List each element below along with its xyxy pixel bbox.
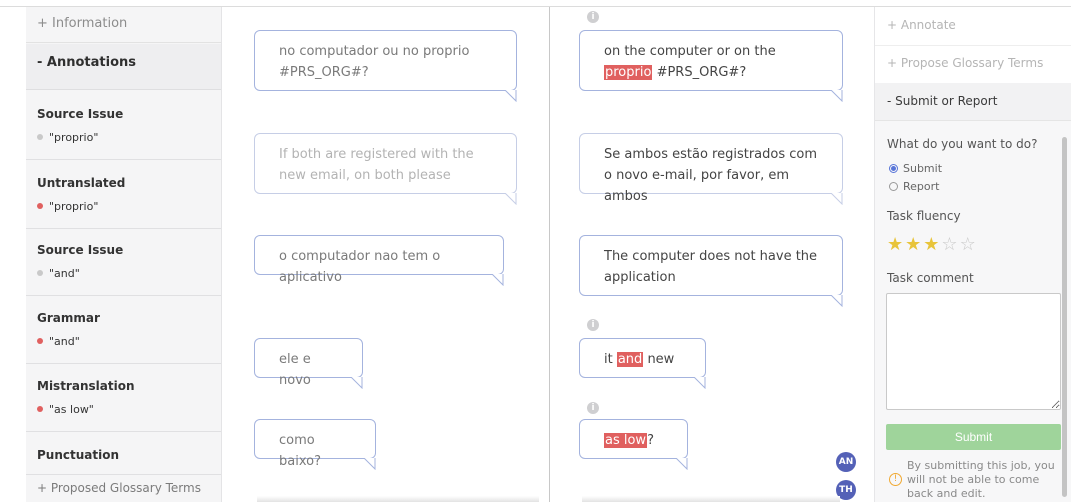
source-segment[interactable]: ele e novo (254, 338, 363, 389)
bubble-tail (694, 377, 706, 389)
propose-glossary-toggle[interactable]: + Propose Glossary Terms (875, 45, 1071, 84)
source-segment[interactable]: o computador nao tem o aplicativo (254, 235, 504, 286)
bubble-tail (364, 458, 376, 470)
scroll-shadow (257, 496, 539, 502)
scroll-shadow (582, 496, 840, 502)
annotation-highlight[interactable]: proprio (604, 65, 653, 80)
severity-dot (37, 134, 43, 140)
radio-selected-icon (889, 164, 898, 173)
source-segment[interactable]: no computador ou no proprio #PRS_ORG#? (254, 30, 517, 102)
star-filled-icon[interactable]: ★ (887, 234, 905, 255)
annotations-toggle[interactable]: - Annotations (26, 44, 221, 90)
avatar[interactable]: AN (836, 452, 856, 472)
annotation-item[interactable]: Mistranslation "as low" (26, 363, 221, 432)
top-border (0, 0, 1071, 7)
submit-radio[interactable]: Submit (889, 162, 942, 175)
warning-icon: ! (889, 473, 902, 486)
annotation-category: Source Issue (37, 243, 124, 257)
radio-label: Report (903, 180, 940, 193)
source-text: If both are registered with the new emai… (279, 147, 474, 183)
source-text: ele e novo (279, 352, 311, 388)
annotation-value: "as low" (37, 403, 94, 416)
task-comment-field[interactable] (886, 293, 1061, 410)
annotations-sidebar: + Information - Annotations Source Issue… (26, 7, 222, 502)
severity-dot (37, 270, 43, 276)
radio-unselected-icon (889, 182, 898, 191)
comment-label: Task comment (887, 271, 974, 285)
report-radio[interactable]: Report (889, 180, 939, 193)
bubble-tail (831, 90, 843, 102)
submit-warning: By submitting this job, you will not be … (907, 459, 1055, 500)
bubble-tail (505, 90, 517, 102)
annotation-value: "and" (37, 335, 80, 348)
source-text: o computador nao tem o aplicativo (279, 249, 441, 285)
star-empty-icon[interactable]: ☆ (941, 234, 959, 255)
bubble-tail (831, 193, 843, 205)
bubble-tail (831, 295, 843, 307)
annotation-category: Source Issue (37, 107, 124, 121)
target-segment[interactable]: as low? (579, 419, 688, 470)
annotation-category: Mistranslation (37, 379, 135, 393)
target-segment[interactable]: Se ambos estão registrados com o novo e-… (579, 133, 843, 205)
bubble-tail (492, 274, 504, 286)
severity-dot (37, 338, 43, 344)
column-divider (549, 7, 550, 502)
source-segment[interactable]: If both are registered with the new emai… (254, 133, 517, 205)
annotation-value: "proprio" (37, 200, 98, 213)
severity-dot (37, 406, 43, 412)
annotation-item[interactable]: Untranslated "proprio" (26, 160, 221, 229)
source-segment[interactable]: como baixo? (254, 419, 376, 470)
annotation-category: Untranslated (37, 176, 126, 190)
task-sidebar: + Annotate + Propose Glossary Terms - Su… (874, 7, 1071, 502)
target-text[interactable]: it (604, 352, 617, 367)
bubble-tail (676, 458, 688, 470)
target-text[interactable]: new (643, 352, 674, 367)
target-text[interactable]: The computer does not have the applicati… (604, 249, 817, 285)
severity-dot (37, 203, 43, 209)
scrollbar[interactable] (1062, 137, 1067, 497)
proposed-glossary-toggle[interactable]: + Proposed Glossary Terms (26, 474, 221, 502)
target-text[interactable]: Se ambos estão registrados com o novo e-… (604, 147, 817, 204)
fluency-label: Task fluency (887, 209, 961, 223)
info-icon[interactable]: i (587, 11, 599, 23)
target-text[interactable]: #PRS_ORG#? (652, 65, 747, 80)
information-toggle[interactable]: + Information (26, 7, 221, 43)
target-segment[interactable]: it and new (579, 338, 706, 389)
annotation-text: "proprio" (49, 200, 99, 213)
submit-button[interactable]: Submit (886, 424, 1061, 450)
annotation-category: Grammar (37, 311, 100, 325)
annotation-text: "as low" (49, 403, 94, 416)
info-icon[interactable]: i (587, 319, 599, 331)
annotate-toggle[interactable]: + Annotate (875, 7, 1071, 46)
annotation-highlight[interactable]: and (616, 352, 644, 367)
target-text[interactable]: on the computer or on the (604, 44, 776, 59)
star-filled-icon[interactable]: ★ (905, 234, 923, 255)
annotation-text: "and" (49, 267, 80, 280)
radio-label: Submit (903, 162, 943, 175)
annotation-category: Punctuation (37, 448, 120, 462)
star-empty-icon[interactable]: ☆ (960, 234, 978, 255)
annotation-item[interactable]: Source Issue "proprio" (26, 91, 221, 160)
target-segment[interactable]: The computer does not have the applicati… (579, 235, 843, 307)
star-filled-icon[interactable]: ★ (923, 234, 941, 255)
submit-or-report-toggle[interactable]: - Submit or Report (875, 83, 1071, 121)
annotation-highlight[interactable]: as low (604, 433, 648, 448)
submit-or-report-panel: What do you want to do? Submit Report Ta… (875, 121, 1071, 502)
annotation-text: "and" (49, 335, 80, 348)
source-text: como baixo? (279, 433, 321, 469)
annotation-item[interactable]: Source Issue "and" (26, 227, 221, 296)
target-text[interactable]: ? (647, 433, 654, 448)
info-icon[interactable]: i (587, 402, 599, 414)
annotation-value: "and" (37, 267, 80, 280)
annotation-text: "proprio" (49, 131, 99, 144)
bubble-tail (505, 193, 517, 205)
target-segment[interactable]: on the computer or on the proprio #PRS_O… (579, 30, 843, 102)
fluency-rating[interactable]: ★★★☆☆ (887, 234, 978, 255)
source-text: no computador ou no proprio #PRS_ORG#? (279, 44, 470, 80)
bubble-tail (351, 377, 363, 389)
annotation-value: "proprio" (37, 131, 98, 144)
annotation-item[interactable]: Grammar "and" (26, 295, 221, 364)
action-question: What do you want to do? (887, 137, 1038, 151)
